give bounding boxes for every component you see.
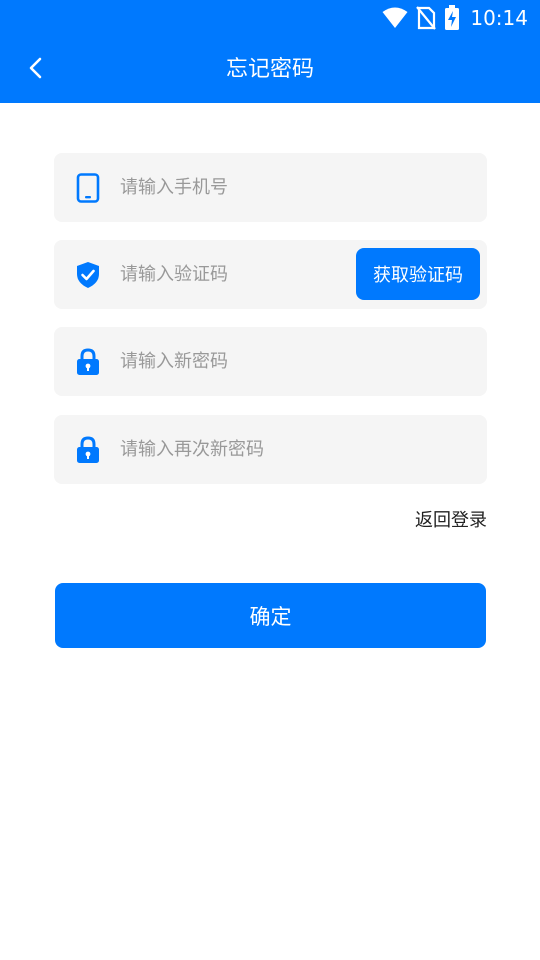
header: 10:14 忘记密码 (0, 0, 540, 103)
new-password-input[interactable] (120, 327, 470, 396)
phone-field (54, 153, 487, 222)
confirm-button[interactable]: 确定 (55, 583, 486, 648)
code-field: 获取验证码 (54, 240, 487, 309)
forgot-password-screen: 10:14 忘记密码 请输入手机号 请输入验证码 获取验证码 返回登录 确定 (0, 0, 540, 960)
no-sim-icon (416, 6, 437, 30)
phone-icon (74, 172, 102, 203)
lock-icon (74, 435, 102, 465)
code-input[interactable] (120, 240, 340, 309)
confirm-password-field (54, 415, 487, 484)
shield-check-icon (74, 260, 102, 290)
get-code-button[interactable]: 获取验证码 (356, 248, 480, 300)
battery-charging-icon (444, 5, 460, 31)
status-time: 10:14 (470, 6, 528, 30)
back-to-login-link[interactable]: 返回登录 (415, 506, 487, 532)
phone-input[interactable] (120, 153, 470, 222)
nav-bar: 忘记密码 (0, 36, 540, 103)
status-icons: 10:14 (382, 4, 528, 32)
new-password-field (54, 327, 487, 396)
confirm-password-input[interactable] (120, 415, 470, 484)
lock-icon (74, 347, 102, 377)
page-title: 忘记密码 (225, 57, 314, 82)
status-bar: 10:14 (0, 0, 540, 36)
wifi-icon (382, 7, 408, 29)
